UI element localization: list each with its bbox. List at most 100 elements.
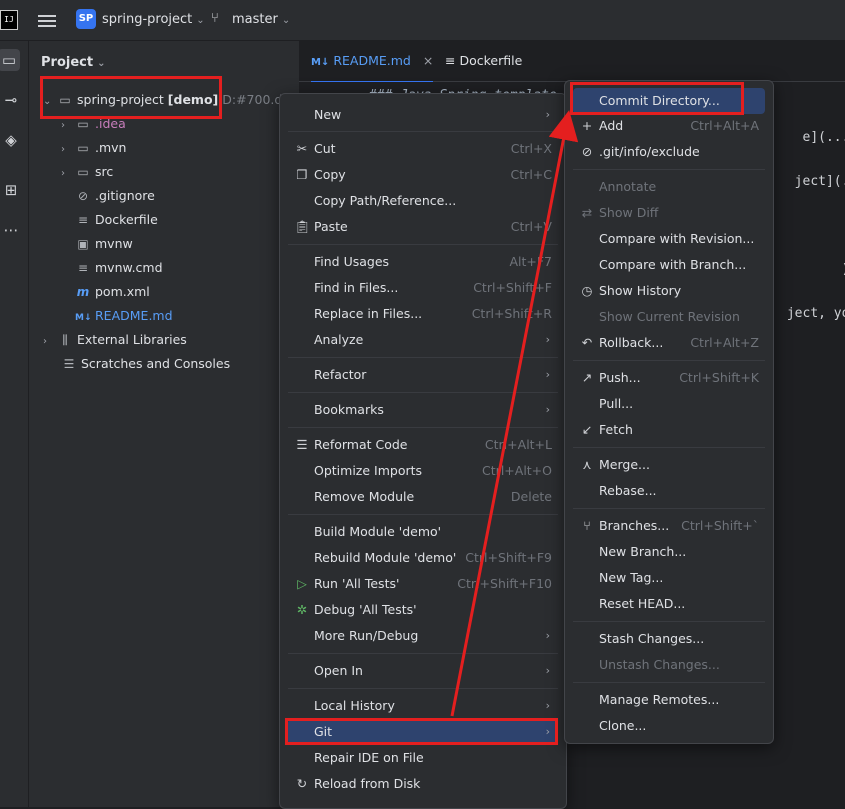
tree-item-src[interactable]: › ▭ src — [61, 161, 113, 183]
menu-item-label: New Branch... — [599, 544, 687, 559]
menu-item-cut[interactable]: ✂ Cut Ctrl+X — [288, 136, 558, 162]
menu-item-analyze[interactable]: Analyze › — [288, 327, 558, 353]
tree-item-mvnw[interactable]: ▣ mvnw — [75, 233, 132, 255]
menu-item-open-in[interactable]: Open In › — [288, 658, 558, 684]
menu-item-clone[interactable]: Clone... — [573, 713, 765, 739]
tree-item-label: External Libraries — [77, 332, 187, 347]
chevron-right-icon: › — [545, 108, 550, 121]
project-selector[interactable]: spring-project ⌄ — [102, 12, 205, 27]
menu-item-copy[interactable]: ❐ Copy Ctrl+C — [288, 162, 558, 188]
menu-item-rebuild-module[interactable]: Rebuild Module 'demo' Ctrl+Shift+F9 — [288, 545, 558, 571]
tool-window-strip: ▭ ⊸ ◈ ⊞ ⋯ — [0, 41, 29, 807]
menu-item-compare-branch[interactable]: Compare with Branch... — [573, 252, 765, 278]
folder-icon[interactable]: ▭ — [0, 49, 20, 71]
tab-dockerfile[interactable]: ≡ Dockerfile — [445, 41, 522, 81]
tree-item-external-libraries[interactable]: › ⫼ External Libraries — [43, 329, 187, 351]
menu-item-stash-changes[interactable]: Stash Changes... — [573, 626, 765, 652]
menu-item-reformat-code[interactable]: ☰ Reformat Code Ctrl+Alt+L — [288, 432, 558, 458]
tree-item-gitignore[interactable]: ⊘ .gitignore — [75, 185, 155, 207]
menu-item-build-module[interactable]: Build Module 'demo' — [288, 519, 558, 545]
structure-icon[interactable]: ⊞ — [0, 179, 22, 201]
tree-item-mvn[interactable]: › ▭ .mvn — [61, 137, 126, 159]
menu-item-debug-all-tests[interactable]: ✲ Debug 'All Tests' — [288, 597, 558, 623]
tab-readme[interactable]: M↓ README.md × — [311, 41, 434, 83]
menu-item-shortcut: Ctrl+Alt+L — [484, 437, 552, 452]
menu-item-refactor[interactable]: Refactor › — [288, 362, 558, 388]
menu-item-merge[interactable]: ⋏ Merge... — [573, 452, 765, 478]
menu-item-label: Remove Module — [314, 489, 415, 504]
menu-item-label: Show History — [599, 283, 682, 298]
tree-item-scratches[interactable]: ☰ Scratches and Consoles — [61, 353, 231, 375]
menu-item-git-exclude[interactable]: ⊘ .git/info/exclude — [573, 139, 765, 165]
tree-root-spring-project[interactable]: ⌄ ▭ spring-project [demo] D:#700.devel — [43, 89, 309, 111]
menu-item-repair-ide[interactable]: Repair IDE on File — [288, 745, 558, 771]
project-tool-window: Project ⌄ ⌄ ▭ spring-project [demo] D:#700.… — [29, 41, 309, 807]
menu-item-unstash-changes[interactable]: Unstash Changes... — [573, 652, 765, 678]
menu-item-paste[interactable]: 📋︎ Paste Ctrl+V — [288, 214, 558, 240]
menu-item-label: Git — [314, 724, 333, 739]
menu-item-annotate[interactable]: Annotate — [573, 174, 765, 200]
tree-item-dockerfile[interactable]: ≡ Dockerfile — [75, 209, 158, 231]
project-panel-title[interactable]: Project ⌄ — [41, 55, 105, 70]
menu-item-reset-head[interactable]: Reset HEAD... — [573, 591, 765, 617]
library-icon: ⫼ — [62, 333, 68, 347]
menu-separator — [573, 682, 765, 683]
close-icon[interactable]: × — [423, 53, 433, 68]
menu-item-copy-path[interactable]: Copy Path/Reference... — [288, 188, 558, 214]
tree-item-idea[interactable]: › ▭ .idea — [61, 113, 126, 135]
menu-item-local-history[interactable]: Local History › — [288, 693, 558, 719]
menu-item-label: .git/info/exclude — [599, 144, 700, 159]
commit-icon[interactable]: ⊸ — [0, 89, 22, 111]
menu-item-label: New — [314, 107, 342, 122]
rollback-icon: ↶ — [581, 335, 593, 350]
tree-item-mvnw-cmd[interactable]: ≡ mvnw.cmd — [75, 257, 163, 279]
menu-item-show-current-revision[interactable]: Show Current Revision — [573, 304, 765, 330]
menu-item-new-tag[interactable]: New Tag... — [573, 565, 765, 591]
diff-icon: ⇄ — [581, 205, 593, 220]
menu-item-manage-remotes[interactable]: Manage Remotes... — [573, 687, 765, 713]
menu-item-git[interactable]: Git › — [288, 719, 558, 745]
menu-item-commit-directory[interactable]: Commit Directory... — [573, 88, 765, 114]
menu-item-new-branch[interactable]: New Branch... — [573, 539, 765, 565]
folder-icon: ▭ — [77, 141, 89, 155]
menu-item-branches[interactable]: ⑂ Branches... Ctrl+Shift+` — [573, 513, 765, 539]
history-icon: ◷ — [581, 283, 593, 298]
menu-item-find-in-files[interactable]: Find in Files... Ctrl+Shift+F — [288, 275, 558, 301]
menu-item-remove-module[interactable]: Remove Module Delete — [288, 484, 558, 510]
menu-item-run-all-tests[interactable]: ▷ Run 'All Tests' Ctrl+Shift+F10 — [288, 571, 558, 597]
menu-item-label: Local History — [314, 698, 395, 713]
menu-item-push[interactable]: ↗ Push... Ctrl+Shift+K — [573, 365, 765, 391]
menu-separator — [288, 392, 558, 393]
gitlab-icon[interactable]: ◈ — [0, 129, 22, 151]
menu-item-label: Repair IDE on File — [314, 750, 424, 765]
tree-item-readme[interactable]: M↓ README.md — [75, 305, 173, 327]
tree-item-pom[interactable]: m pom.xml — [75, 281, 150, 303]
menu-item-rebase[interactable]: Rebase... — [573, 478, 765, 504]
menu-item-reload-from-disk[interactable]: ↻ Reload from Disk — [288, 771, 558, 797]
menu-item-add[interactable]: + Add Ctrl+Alt+A — [573, 113, 765, 139]
menu-item-show-history[interactable]: ◷ Show History — [573, 278, 765, 304]
menu-item-show-diff[interactable]: ⇄ Show Diff — [573, 200, 765, 226]
menu-item-optimize-imports[interactable]: Optimize Imports Ctrl+Alt+O — [288, 458, 558, 484]
menu-item-new[interactable]: New › — [288, 102, 558, 128]
menu-separator — [288, 653, 558, 654]
menu-item-pull[interactable]: Pull... — [573, 391, 765, 417]
menu-item-label: Merge... — [599, 457, 650, 472]
project-badge[interactable]: SP — [76, 9, 96, 29]
menu-item-rollback[interactable]: ↶ Rollback... Ctrl+Alt+Z — [573, 330, 765, 356]
menu-item-replace-in-files[interactable]: Replace in Files... Ctrl+Shift+R — [288, 301, 558, 327]
menu-item-bookmarks[interactable]: Bookmarks › — [288, 397, 558, 423]
scratches-icon: ☰ — [63, 357, 75, 371]
chevron-down-icon: ⌄ — [43, 96, 52, 107]
menu-item-fetch[interactable]: ↙ Fetch — [573, 417, 765, 443]
menu-item-more-run-debug[interactable]: More Run/Debug › — [288, 623, 558, 649]
menu-item-find-usages[interactable]: Find Usages Alt+F7 — [288, 249, 558, 275]
ide-logo: IJ — [0, 10, 18, 30]
tree-item-label: .mvn — [95, 140, 127, 155]
reformat-icon: ☰ — [296, 437, 308, 452]
menu-item-compare-revision[interactable]: Compare with Revision... — [573, 226, 765, 252]
main-menu-icon[interactable] — [38, 12, 56, 28]
more-tools-icon[interactable]: ⋯ — [0, 219, 22, 241]
branch-selector[interactable]: master ⌄ — [232, 12, 290, 27]
branch-icon: ⑂ — [211, 11, 219, 26]
